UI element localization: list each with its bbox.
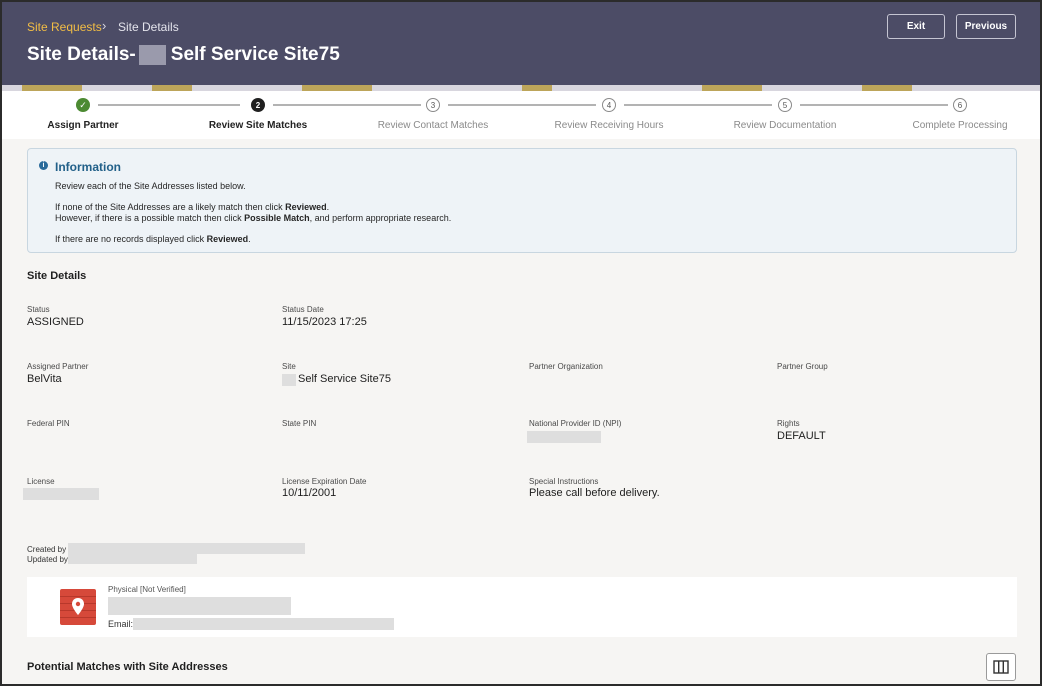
redacted-block	[23, 488, 99, 500]
chevron-right-icon: ›	[102, 18, 107, 33]
state-pin-label: State PIN	[282, 419, 317, 428]
breadcrumb-site-requests[interactable]: Site Requests	[27, 20, 102, 34]
rights-label: Rights	[777, 419, 800, 428]
process-stepper: ✓ 2 3 4 5 6 Assign Partner Review Site M…	[2, 91, 1040, 139]
special-instructions-value: Please call before delivery.	[529, 487, 660, 499]
info-line-2: If none of the Site Addresses are a like…	[55, 202, 330, 212]
step-2-marker[interactable]: 2	[251, 98, 265, 112]
information-panel: i Information Review each of the Site Ad…	[27, 148, 1017, 253]
step-5-marker[interactable]: 5	[778, 98, 792, 112]
columns-icon	[993, 660, 1009, 674]
exit-button[interactable]: Exit	[887, 14, 945, 39]
page-title: Site Details- Self Service Site75	[27, 44, 340, 66]
information-title: Information	[55, 160, 121, 174]
info-line-4: If there are no records displayed click …	[55, 234, 251, 244]
license-expiration-label: License Expiration Date	[282, 477, 367, 486]
page-title-prefix: Site Details-	[27, 44, 136, 65]
redacted-block	[68, 543, 305, 554]
step-label-review-receiving-hours[interactable]: Review Receiving Hours	[534, 120, 684, 131]
site-value: Self Service Site75	[298, 373, 391, 385]
npi-label: National Provider ID (NPI)	[529, 419, 622, 428]
redacted-block	[108, 597, 291, 615]
page-title-suffix: Self Service Site75	[170, 44, 340, 65]
site-label: Site	[282, 362, 296, 371]
map-pin-icon	[60, 589, 96, 625]
updated-by-label: Updated by	[27, 555, 68, 564]
address-card[interactable]: Physical [Not Verified] Email:	[27, 577, 1017, 637]
page-frame: Site Requests › Site Details Site Detail…	[0, 0, 1042, 686]
site-details-title: Site Details	[27, 270, 87, 282]
step-connector	[273, 104, 421, 106]
status-date-value: 11/15/2023 17:25	[282, 316, 367, 328]
partner-group-label: Partner Group	[777, 362, 828, 371]
license-label: License	[27, 477, 55, 486]
info-icon: i	[39, 161, 48, 170]
step-3-marker[interactable]: 3	[426, 98, 440, 112]
step-connector	[624, 104, 772, 106]
license-expiration-value: 10/11/2001	[282, 487, 337, 499]
previous-button[interactable]: Previous	[956, 14, 1016, 39]
potential-matches-title: Potential Matches with Site Addresses	[27, 661, 228, 673]
address-type-label: Physical [Not Verified]	[108, 585, 186, 594]
redacted-block	[133, 618, 394, 630]
redacted-block	[282, 374, 296, 386]
step-connector	[448, 104, 596, 106]
assigned-partner-label: Assigned Partner	[27, 362, 89, 371]
step-label-review-documentation[interactable]: Review Documentation	[710, 120, 860, 131]
rights-value: DEFAULT	[777, 430, 826, 442]
status-label: Status	[27, 305, 50, 314]
info-line-1: Review each of the Site Addresses listed…	[55, 181, 246, 191]
redacted-block	[68, 554, 197, 564]
step-connector	[98, 104, 240, 106]
redacted-block	[138, 45, 166, 65]
assigned-partner-value: BelVita	[27, 373, 62, 385]
page-header: Site Requests › Site Details Site Detail…	[2, 2, 1040, 86]
step-6-marker[interactable]: 6	[953, 98, 967, 112]
created-by-label: Created by	[27, 545, 67, 554]
breadcrumb-current: Site Details	[118, 20, 179, 34]
step-label-review-site-matches[interactable]: Review Site Matches	[183, 120, 333, 131]
info-line-3: However, if there is a possible match th…	[55, 213, 452, 223]
federal-pin-label: Federal PIN	[27, 419, 70, 428]
email-label: Email:	[108, 619, 134, 629]
step-4-marker[interactable]: 4	[602, 98, 616, 112]
step-label-complete-processing[interactable]: Complete Processing	[885, 120, 1035, 131]
special-instructions-label: Special Instructions	[529, 477, 599, 486]
status-value: ASSIGNED	[27, 316, 84, 328]
columns-button[interactable]	[986, 653, 1016, 681]
partner-organization-label: Partner Organization	[529, 362, 603, 371]
step-label-review-contact-matches[interactable]: Review Contact Matches	[358, 120, 508, 131]
redacted-block	[527, 431, 601, 443]
check-icon[interactable]: ✓	[76, 98, 90, 112]
step-label-assign-partner[interactable]: Assign Partner	[8, 120, 158, 131]
step-connector	[800, 104, 948, 106]
status-date-label: Status Date	[282, 305, 324, 314]
